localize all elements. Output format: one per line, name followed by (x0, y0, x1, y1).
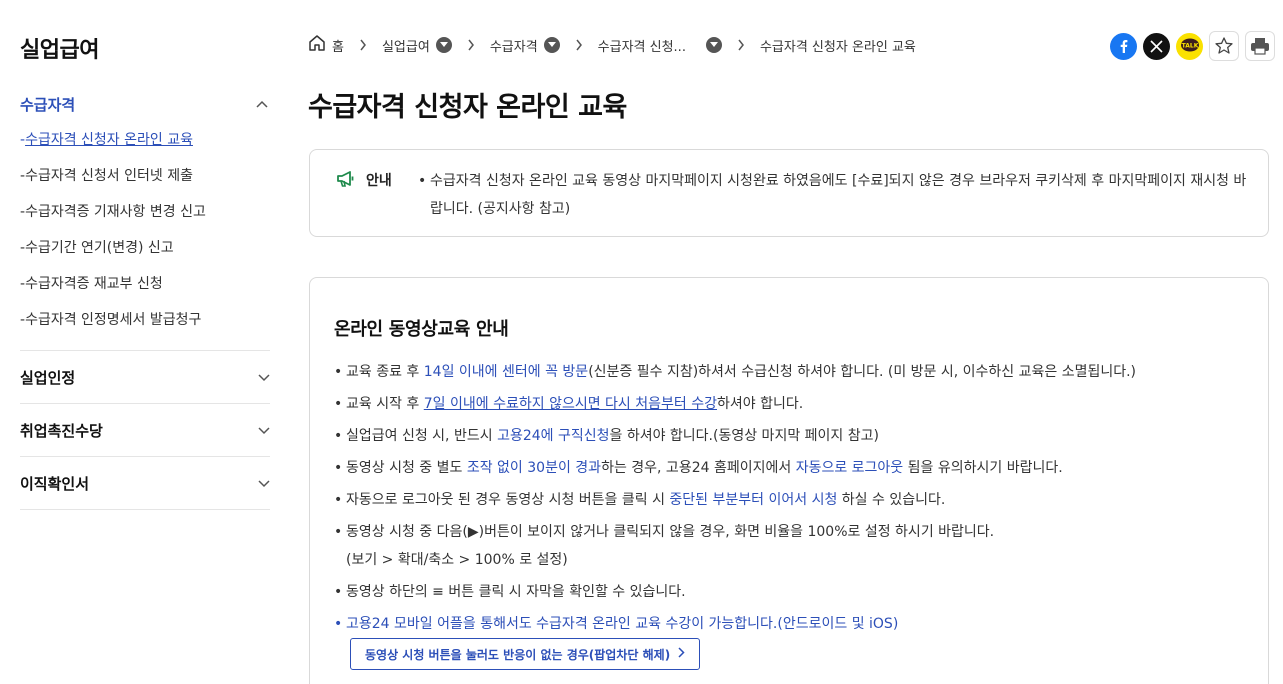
item-text: 자동으로 로그아웃 된 경우 동영상 시청 버튼을 클릭 시 (346, 492, 670, 508)
breadcrumb-item[interactable]: 실업급여 (382, 36, 452, 55)
chevron-down-icon (258, 421, 270, 439)
chevron-right-icon (560, 39, 598, 51)
sidebar-subitem-reissue[interactable]: -수급자격증 재교부 신청 (20, 266, 270, 302)
item-text: 하셔야 합니다. (716, 396, 804, 412)
sidebar-title: 실업급여 (20, 38, 99, 63)
kakaotalk-icon[interactable]: TALK (1176, 32, 1203, 60)
item-highlight: 고용24에 구직신청 (497, 428, 610, 444)
subitem-label: 수급자격 신청자 온라인 교육 (25, 132, 193, 148)
item-text: 동영상 하단의 ≡ 버튼 클릭 시 자막을 확인할 수 있습니다. (346, 584, 686, 600)
item-text: 하는 경우, 고용24 홈페이지에서 (601, 460, 796, 476)
info-title: 온라인 동영상교육 안내 (334, 319, 509, 340)
list-item: 실업급여 신청 시, 반드시 고용24에 구직신청을 하셔야 합니다.(동영상 … (334, 422, 1254, 450)
chevron-down-icon (258, 474, 270, 492)
notice-label: 안내 (366, 173, 392, 189)
sidebar-item-label: 수급자격 (20, 95, 76, 114)
print-icon[interactable] (1245, 31, 1275, 61)
breadcrumb-item[interactable]: 수급자격 (490, 36, 560, 55)
chevron-right-icon (452, 39, 490, 51)
item-text: 을 하셔야 합니다.(동영상 마지막 페이지 참고) (609, 428, 879, 444)
chevron-down-icon[interactable] (435, 37, 452, 53)
share-toolbar: TALK (1110, 31, 1275, 61)
chevron-down-icon[interactable] (543, 37, 560, 53)
sidebar-item-employment-promotion[interactable]: 취업촉진수당 (20, 404, 270, 457)
sidebar-subitem-certificate[interactable]: -수급자격 인정명세서 발급청구 (20, 302, 270, 338)
breadcrumb-label: 수급자격 신청자 온라인 교육 (759, 39, 916, 55)
list-item: 동영상 하단의 ≡ 버튼 클릭 시 자막을 확인할 수 있습니다. (334, 578, 1254, 606)
breadcrumb-label: 수급자격 신청... (597, 39, 686, 55)
item-text: 동영상 시청 중 다음(▶)버튼이 보이지 않거나 클릭되지 않을 경우, 화면… (346, 524, 995, 540)
home-icon (308, 34, 326, 56)
notice-bullet: • (418, 173, 427, 189)
sidebar-subitem-online-education[interactable]: -수급자격 신청자 온라인 교육 (20, 122, 270, 158)
subitem-label: 수급자격 인정명세서 발급청구 (25, 312, 202, 328)
list-item: 교육 시작 후 7일 이내에 수료하지 않으시면 다시 처음부터 수강하셔야 합… (334, 390, 1254, 418)
popup-unblock-button[interactable]: 동영상 시청 버튼을 눌러도 반응이 없는 경우(팝업차단 해제) (350, 638, 701, 670)
sidebar-item-label: 이직확인서 (20, 474, 90, 493)
breadcrumb-label: 수급자격 (489, 39, 538, 55)
x-icon[interactable] (1143, 32, 1170, 60)
chevron-right-icon (722, 39, 760, 51)
item-highlight: 조작 없이 30분이 경과 (466, 460, 602, 476)
sidebar-item-separation-confirm[interactable]: 이직확인서 (20, 457, 270, 510)
item-text: (신분증 필수 지참)하셔서 수급신청 하셔야 합니다. (미 방문 시, 이수… (588, 364, 1137, 380)
sidebar-subitem-internet-submit[interactable]: -수급자격 신청서 인터넷 제출 (20, 158, 270, 194)
chevron-up-icon (254, 96, 270, 112)
star-icon[interactable] (1209, 31, 1239, 61)
chevron-down-icon[interactable] (705, 37, 722, 53)
breadcrumb-item[interactable]: 수급자격 신청... (598, 36, 722, 55)
breadcrumb: 홈 실업급여 수급자격 수급자격 신청... 수급자격 신청자 온라인 교육 (308, 34, 916, 56)
item-highlight: 7일 이내에 수료하지 않으시면 다시 처음부터 수강 (423, 396, 717, 412)
sidebar-subitem-change-report[interactable]: -수급자격증 기재사항 변경 신고 (20, 194, 270, 230)
notice-message: 수급자격 신청자 온라인 교육 동영상 마지막페이지 시청완료 하였음에도 [수… (430, 173, 1247, 217)
subitem-label: 수급자격증 재교부 신청 (25, 276, 163, 292)
item-text: 동영상 시청 중 별도 (346, 460, 467, 476)
chevron-right-icon (678, 647, 685, 661)
item-text: 교육 종료 후 (346, 364, 424, 380)
megaphone-icon (336, 170, 356, 192)
facebook-icon[interactable] (1110, 32, 1137, 60)
item-text: 교육 시작 후 (346, 396, 424, 412)
item-text: 됨을 유의하시기 바랍니다. (903, 460, 1063, 476)
sidebar-item-label: 실업인정 (20, 368, 76, 387)
subitem-label: 수급자격 신청서 인터넷 제출 (25, 168, 193, 184)
list-item: 고용24 모바일 어플을 통해서도 수급자격 온라인 교육 수강이 가능합니다.… (334, 610, 1254, 638)
item-highlight: 14일 이내에 센터에 꼭 방문 (423, 364, 589, 380)
sidebar-submenu: -수급자격 신청자 온라인 교육 -수급자격 신청서 인터넷 제출 -수급자격증… (20, 122, 270, 351)
breadcrumb-home-label: 홈 (332, 39, 344, 55)
item-highlight: 자동으로 로그아웃 (795, 460, 904, 476)
education-info-box: 온라인 동영상교육 안내 교육 종료 후 14일 이내에 센터에 꼭 방문(신분… (309, 277, 1269, 684)
sidebar-item-unemployment-recognition[interactable]: 실업인정 (20, 351, 270, 404)
sidebar-item-eligibility[interactable]: 수급자격 (20, 86, 270, 122)
list-item: 동영상 시청 중 다음(▶)버튼이 보이지 않거나 클릭되지 않을 경우, 화면… (334, 518, 1254, 574)
item-highlight: 중단된 부분부터 이어서 시청 (669, 492, 838, 508)
sidebar-subitem-period-extension[interactable]: -수급기간 연기(변경) 신고 (20, 230, 270, 266)
breadcrumb-label: 실업급여 (381, 39, 430, 55)
notice-text: • 수급자격 신청자 온라인 교육 동영상 마지막페이지 시청완료 하였음에도 … (418, 167, 1250, 223)
item-text: (보기 > 확대/축소 > 100% 로 설정) (346, 552, 568, 568)
subitem-label: 수급자격증 기재사항 변경 신고 (25, 204, 206, 220)
sidebar-menu: 수급자격 -수급자격 신청자 온라인 교육 -수급자격 신청서 인터넷 제출 -… (20, 86, 270, 510)
list-item: 교육 종료 후 14일 이내에 센터에 꼭 방문(신분증 필수 지참)하셔서 수… (334, 358, 1254, 386)
list-item: 자동으로 로그아웃 된 경우 동영상 시청 버튼을 클릭 시 중단된 부분부터 … (334, 486, 1254, 514)
breadcrumb-current: 수급자격 신청자 온라인 교육 (760, 36, 916, 55)
chevron-down-icon (258, 368, 270, 386)
item-highlight: 고용24 모바일 어플을 통해서도 수급자격 온라인 교육 수강이 가능합니다.… (346, 616, 899, 632)
item-text: 실업급여 신청 시, 반드시 (346, 428, 498, 444)
list-item: 동영상 시청 중 별도 조작 없이 30분이 경과하는 경우, 고용24 홈페이… (334, 454, 1254, 482)
info-list: 교육 종료 후 14일 이내에 센터에 꼭 방문(신분증 필수 지참)하셔서 수… (334, 358, 1254, 642)
notice-box: 안내 • 수급자격 신청자 온라인 교육 동영상 마지막페이지 시청완료 하였음… (309, 149, 1269, 237)
subitem-label: 수급기간 연기(변경) 신고 (25, 240, 174, 256)
popup-button-label: 동영상 시청 버튼을 눌러도 반응이 없는 경우(팝업차단 해제) (365, 647, 671, 662)
kakao-label: TALK (1181, 43, 1198, 50)
item-text: 하실 수 있습니다. (837, 492, 946, 508)
breadcrumb-home[interactable]: 홈 (308, 34, 344, 56)
sidebar-item-label: 취업촉진수당 (20, 421, 103, 440)
chevron-right-icon (344, 39, 382, 51)
page-title: 수급자격 신청자 온라인 교육 (308, 92, 627, 123)
